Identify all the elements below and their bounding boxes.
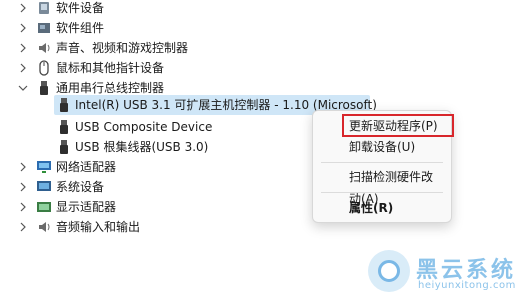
menu-separator [321,162,443,163]
tree-item-software-components[interactable]: 软件组件 [0,18,200,38]
system-device-icon [36,179,52,195]
chevron-right-icon[interactable] [18,181,28,193]
tree-item-label: 显示适配器 [56,200,117,214]
tree-item-audio-io[interactable]: 音频输入和输出 [0,217,200,237]
chevron-right-icon[interactable] [18,2,28,14]
tree-item-label: 声音、视频和游戏控制器 [56,41,189,55]
tree-item-label: USB 根集线器(USB 3.0) [75,140,209,154]
network-adapter-icon [36,159,52,175]
menu-separator [321,192,443,193]
mouse-icon [36,60,52,76]
tree-item-display-adapters[interactable]: 显示适配器 [0,197,200,217]
tree-item-label: 软件设备 [56,1,105,15]
tree-item-label: 音频输入和输出 [56,220,141,234]
usb-icon [36,80,52,96]
menu-item-scan-hardware[interactable]: 扫描检测硬件改动(A) [321,166,443,206]
usb-plug-icon [56,119,72,135]
chevron-down-icon[interactable] [18,82,28,94]
tree-item-label: 系统设备 [56,180,105,194]
tree-item-sound-video-game[interactable]: 声音、视频和游戏控制器 [0,38,240,58]
tree-item-label: USB Composite Device [75,120,213,134]
usb-plug-icon [56,97,72,113]
menu-item-uninstall-device[interactable]: 卸载设备(U) [321,136,443,158]
display-adapter-icon [36,199,52,215]
usb-plug-icon [56,139,72,155]
tree-item-label: 鼠标和其他指针设备 [56,61,165,75]
chevron-right-icon[interactable] [18,62,28,74]
tree-item-software-devices[interactable]: 软件设备 [0,0,200,18]
tree-item-network-adapters[interactable]: 网络适配器 [0,157,200,177]
audio-io-icon [36,219,52,235]
tree-item-label: 软件组件 [56,21,105,35]
context-menu: 更新驱动程序(P) 卸载设备(U) 扫描检测硬件改动(A) 属性(R) [312,110,454,223]
software-device-icon [36,0,52,16]
watermark: 黑云系统 heiyunxitong.com [368,250,528,298]
tree-item-system-devices[interactable]: 系统设备 [0,177,200,197]
highlight-box [342,114,454,137]
tree-item-usb-root-hub[interactable]: USB 根集线器(USB 3.0) [0,137,240,157]
chevron-right-icon[interactable] [18,201,28,213]
watermark-url: heiyunxitong.com [418,280,516,291]
tree-item-label: 网络适配器 [56,160,117,174]
speaker-icon [36,40,52,56]
menu-item-properties[interactable]: 属性(R) [321,197,443,219]
tree-item-usb-composite[interactable]: USB Composite Device [0,117,240,137]
software-component-icon [36,20,52,36]
chevron-right-icon[interactable] [18,161,28,173]
chevron-right-icon[interactable] [18,22,28,34]
watermark-logo-icon [368,250,410,292]
chevron-right-icon[interactable] [18,42,28,54]
tree-item-mice[interactable]: 鼠标和其他指针设备 [0,58,220,78]
chevron-right-icon[interactable] [18,221,28,233]
